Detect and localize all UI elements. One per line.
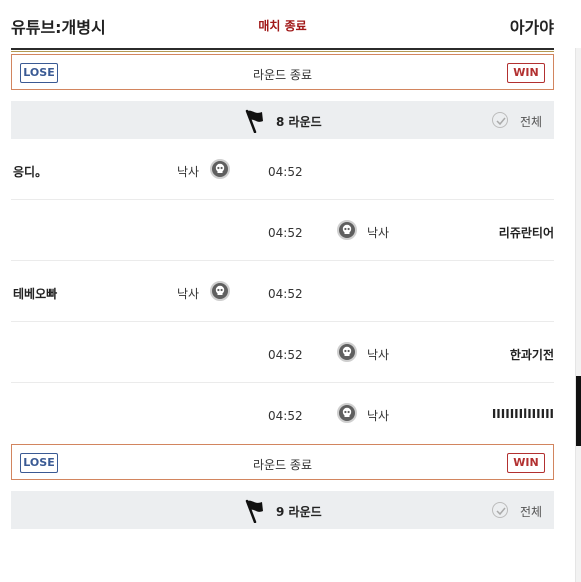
event-row: 테베오빠 낙사 04:52: [11, 261, 554, 322]
win-badge: WIN: [507, 63, 545, 83]
match-status: 매치 종료: [258, 19, 307, 33]
player-name: 한과기전: [509, 348, 554, 362]
event-row: 04:52 낙사 IIIIIIIlIIIIII: [11, 383, 554, 444]
header-divider: [11, 48, 554, 52]
round-header-9: 9 라운드 전체: [11, 491, 554, 529]
event-time: 04:52: [268, 348, 303, 362]
death-cause: 낙사: [177, 165, 200, 179]
skull-icon: [337, 403, 357, 426]
player-name: 리쥬란티어: [498, 226, 554, 240]
match-log: 유튜브:개병시 매치 종료 아가야 LOSE 라운드 종료 WIN 8 라운드 …: [11, 0, 554, 529]
event-time: 04:52: [268, 287, 303, 301]
scrollbar-thumb[interactable]: [576, 376, 581, 446]
team-right-name: 아가야: [509, 18, 554, 37]
player-name: 테베오빠: [13, 287, 58, 301]
event-time: 04:52: [268, 165, 303, 179]
round-label: 9 라운드: [276, 505, 322, 519]
round-end-label: 라운드 종료: [252, 68, 312, 82]
scrollbar[interactable]: [575, 48, 581, 582]
event-row: 04:52 낙사 리쥬란티어: [11, 200, 554, 261]
death-cause: 낙사: [367, 226, 390, 240]
event-list: 응디。 낙사 04:52 04:52 낙사 리쥬란티어 테베오빠 낙사 04:5…: [11, 139, 554, 444]
round-end-label: 라운드 종료: [252, 458, 312, 472]
round-label: 8 라운드: [276, 115, 322, 129]
death-cause: 낙사: [367, 348, 390, 362]
skull-icon: [337, 342, 357, 365]
filter-all-label[interactable]: 전체: [520, 113, 542, 130]
skull-icon: [210, 159, 230, 182]
event-time: 04:52: [268, 409, 303, 423]
event-time: 04:52: [268, 226, 303, 240]
win-badge: WIN: [507, 453, 545, 473]
round-result-bar: LOSE 라운드 종료 WIN: [11, 444, 554, 480]
match-header: 유튜브:개병시 매치 종료 아가야: [11, 0, 554, 48]
flag-icon: [243, 499, 265, 524]
skull-icon: [210, 281, 230, 304]
round-result-bar: LOSE 라운드 종료 WIN: [11, 54, 554, 90]
player-name: IIIIIIIlIIIIII: [491, 407, 554, 421]
death-cause: 낙사: [177, 287, 200, 301]
round-header-8: 8 라운드 전체: [11, 101, 554, 139]
skull-icon: [337, 220, 357, 243]
check-circle-icon[interactable]: [492, 112, 508, 128]
filter-all-label[interactable]: 전체: [520, 503, 542, 520]
event-row: 응디。 낙사 04:52: [11, 139, 554, 200]
check-circle-icon[interactable]: [492, 502, 508, 518]
event-row: 04:52 낙사 한과기전: [11, 322, 554, 383]
player-name: 응디。: [13, 165, 48, 179]
flag-icon: [243, 109, 265, 134]
death-cause: 낙사: [367, 409, 390, 423]
